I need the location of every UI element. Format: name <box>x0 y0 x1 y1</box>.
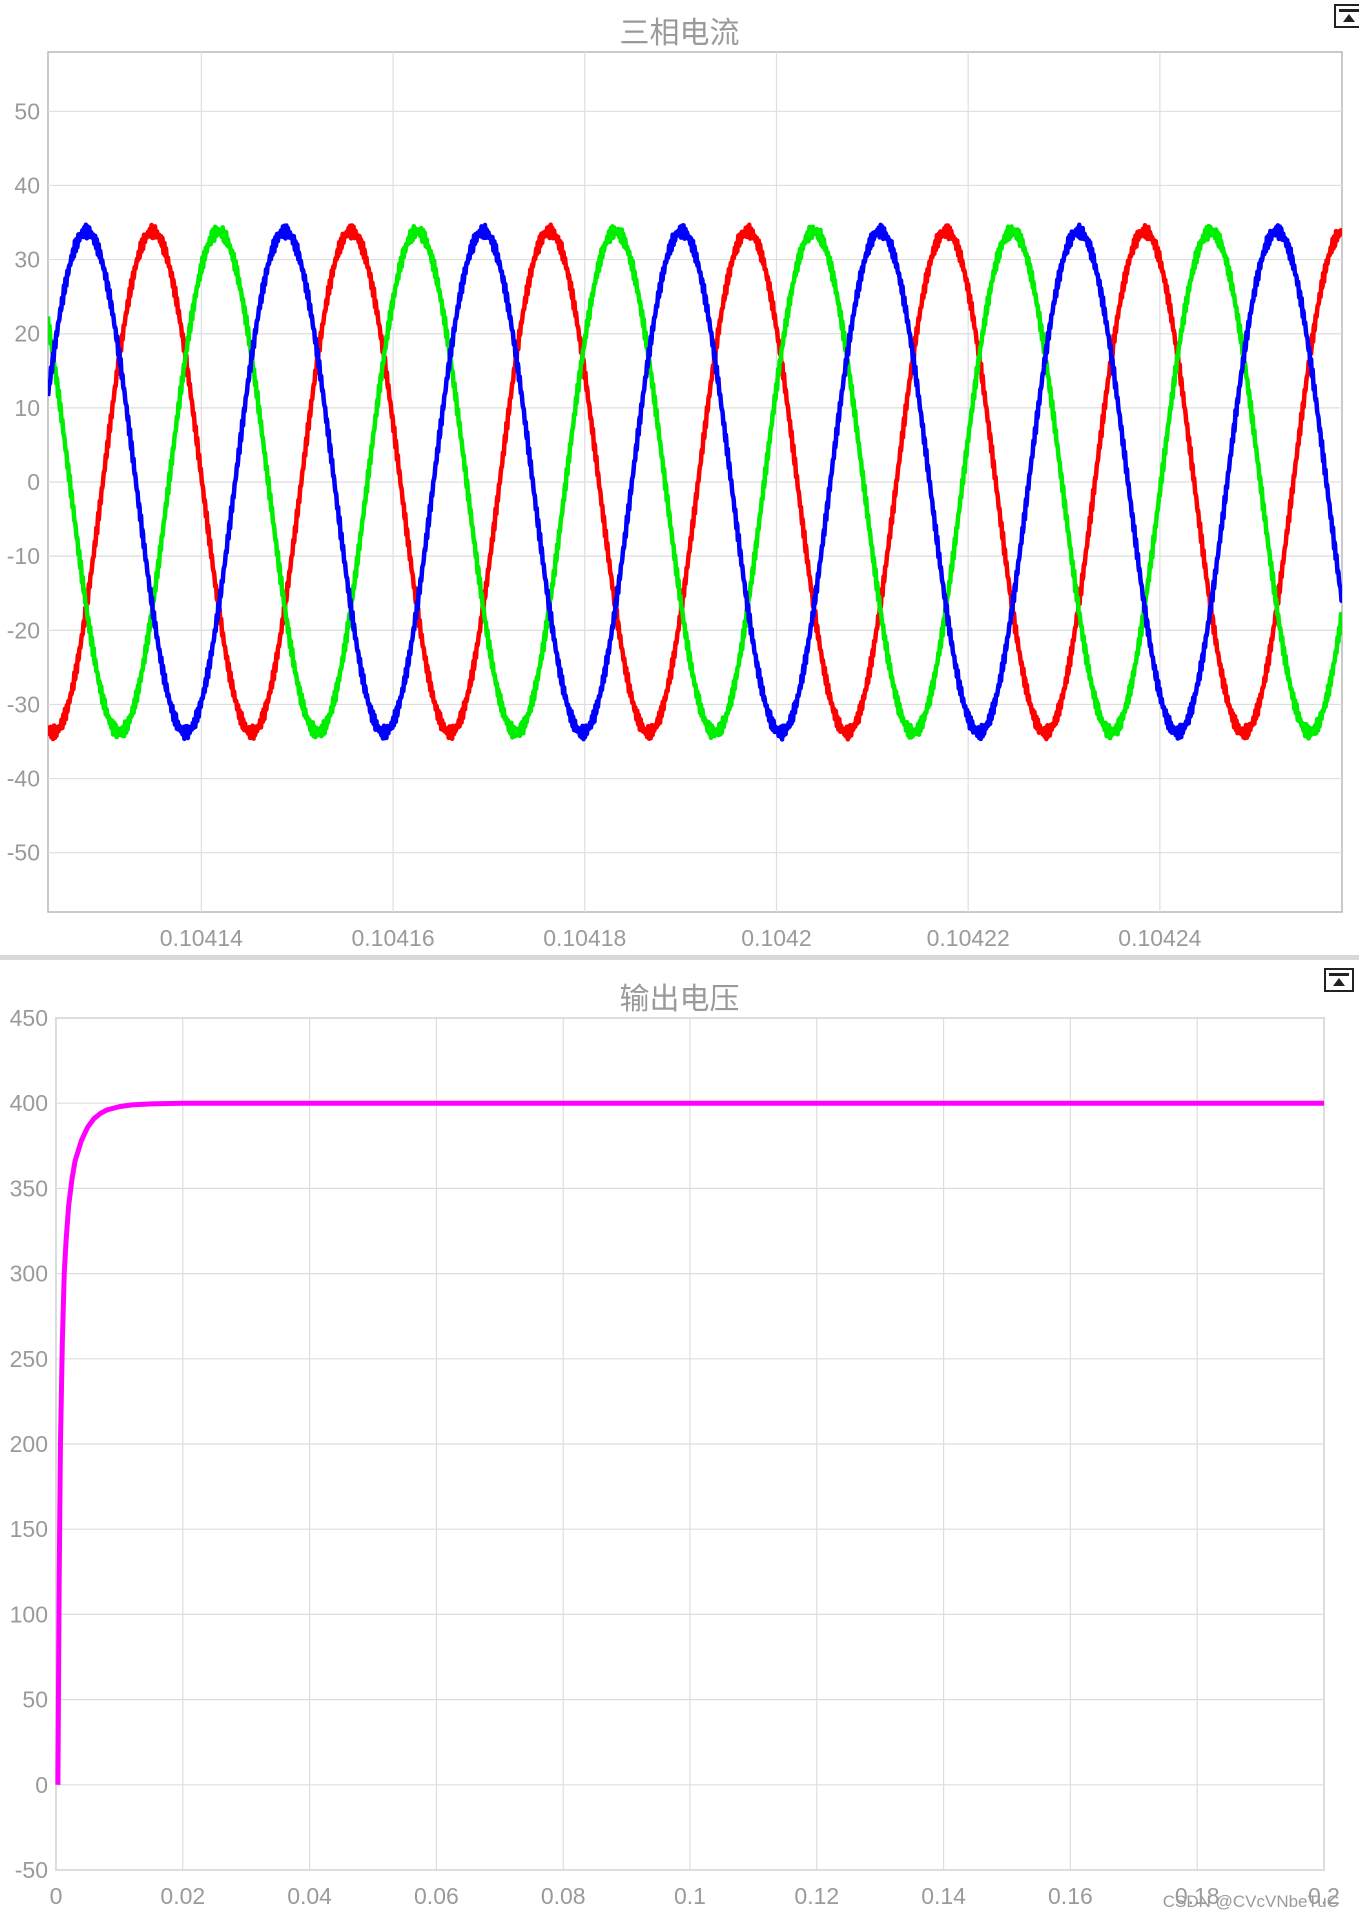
current-y-tick-label: 40 <box>14 172 40 198</box>
voltage-y-tick-label: 350 <box>10 1175 48 1201</box>
restore-view-icon[interactable] <box>1324 968 1354 992</box>
voltage-x-tick-label: 0.08 <box>541 1883 586 1909</box>
voltage-scope-panel: 0 0.02 0.04 0.06 0.08 0.1 0.12 0.14 0.16 0.18 0.2-… <box>0 960 1359 1920</box>
voltage-y-tick-label: 400 <box>10 1090 48 1116</box>
current-y-tick-label: 50 <box>14 98 40 124</box>
voltage-y-tick-label: 0 <box>35 1772 48 1798</box>
current-y-tick-label: 10 <box>14 395 40 421</box>
current-x-tick-label: 0.10414 <box>160 925 243 951</box>
current-plot: 0.10414 0.10416 0.10418 0.1042 0.10422 0.1042… <box>7 51 1343 951</box>
voltage-y-tick-label: 250 <box>10 1346 48 1372</box>
current-x-tick-label: 0.10416 <box>351 925 434 951</box>
current-y-tick-label: -40 <box>7 766 40 792</box>
voltage-x-tick-label: 0.06 <box>414 1883 459 1909</box>
voltage-x-tick-label: 0 <box>50 1883 63 1909</box>
voltage-y-tick-label: 300 <box>10 1261 48 1287</box>
current-x-tick-label: 0.10418 <box>543 925 626 951</box>
voltage-x-tick-label: 0.16 <box>1048 1883 1093 1909</box>
restore-view-icon[interactable] <box>1334 4 1359 28</box>
current-y-tick-label: -50 <box>7 840 40 866</box>
current-y-tick-label: -10 <box>7 543 40 569</box>
current-plot-title: 三相电流 <box>619 16 740 51</box>
current-x-tick-label: 0.1042 <box>741 925 811 951</box>
current-y-tick-label: 20 <box>14 321 40 347</box>
voltage-x-tick-label: 0.02 <box>160 1883 205 1909</box>
voltage-y-tick-label: 50 <box>22 1687 48 1713</box>
voltage-x-tick-label: 0.12 <box>794 1883 839 1909</box>
voltage-plot-title: 输出电压 <box>619 982 740 1017</box>
current-y-tick-label: 30 <box>14 247 40 273</box>
current-x-tick-label: 0.10424 <box>1118 925 1201 951</box>
current-x-tick-label: 0.10422 <box>927 925 1010 951</box>
current-y-tick-label: -20 <box>7 617 40 643</box>
voltage-y-tick-label: 150 <box>10 1516 48 1542</box>
watermark: CSDN @CVcVNbeTuC <box>1162 1892 1339 1911</box>
current-scope-panel: 0.10414 0.10416 0.10418 0.1042 0.10422 0.1042… <box>0 0 1359 955</box>
voltage-x-tick-label: 0.1 <box>674 1883 706 1909</box>
voltage-x-tick-label: 0.14 <box>921 1883 966 1909</box>
voltage-x-tick-label: 0.04 <box>287 1883 332 1909</box>
voltage-plot: 0 0.02 0.04 0.06 0.08 0.1 0.12 0.14 0.16 0.18 0.2-… <box>10 1005 1340 1909</box>
voltage-y-tick-label: 100 <box>10 1601 48 1627</box>
voltage-y-tick-label: 200 <box>10 1431 48 1457</box>
current-y-tick-label: 0 <box>27 469 40 495</box>
scope-window: 0.10414 0.10416 0.10418 0.1042 0.10422 0.1042… <box>0 0 1359 1920</box>
voltage-y-tick-label: -50 <box>15 1857 48 1883</box>
current-y-tick-label: -30 <box>7 691 40 717</box>
